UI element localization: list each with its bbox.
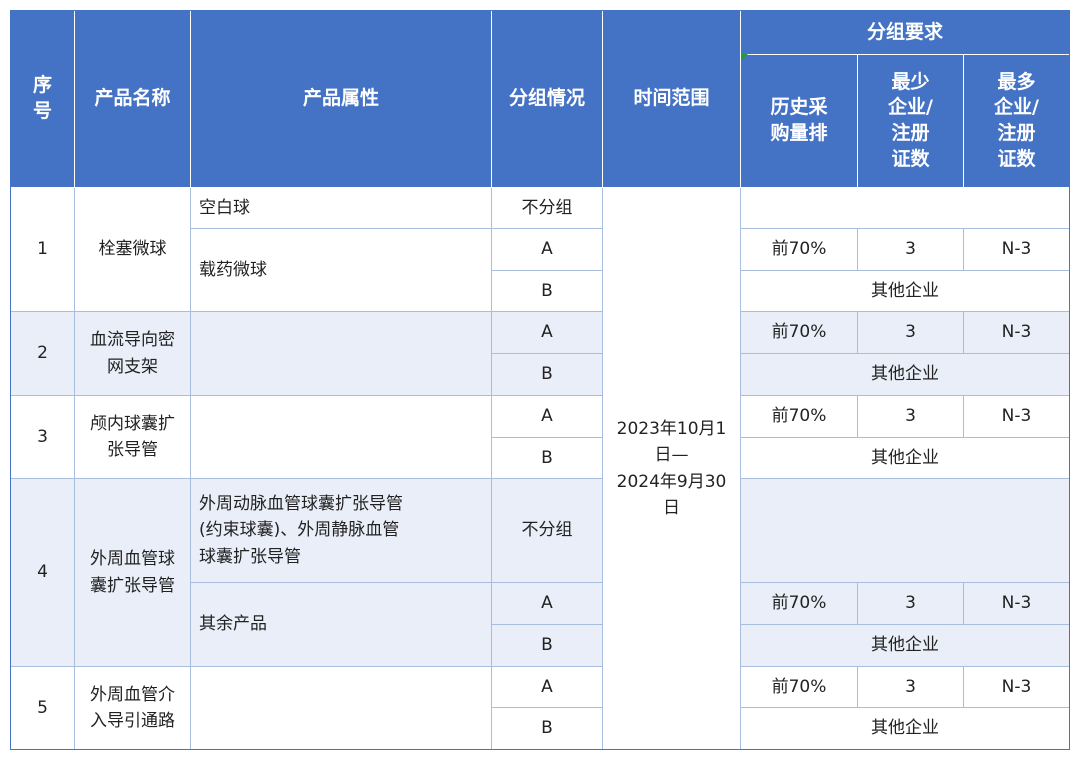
- row1-min: 3: [858, 229, 964, 271]
- row4-group-a: A: [492, 583, 603, 625]
- header-max-enterprises: 最多 企业/ 注册 证数: [964, 55, 1069, 188]
- row1-rank: 前70%: [741, 229, 858, 271]
- row3-group-a: A: [492, 396, 603, 438]
- row4-group-b: B: [492, 625, 603, 667]
- row5-group-a: A: [492, 667, 603, 708]
- row1-seq: 1: [11, 188, 75, 312]
- row4-seq: 4: [11, 479, 75, 667]
- comment-marker-icon: [741, 54, 748, 61]
- header-seq: 序 号: [11, 11, 75, 188]
- row4-min: 3: [858, 583, 964, 625]
- row5-max: N-3: [964, 667, 1069, 708]
- row2-rank: 前70%: [741, 312, 858, 354]
- row1-group-none: 不分组: [492, 188, 603, 229]
- row5-min: 3: [858, 667, 964, 708]
- header-min-enterprises: 最少 企业/ 注册 证数: [858, 55, 964, 188]
- row1-other: 其他企业: [741, 271, 1069, 312]
- row4-other: 其他企业: [741, 625, 1069, 667]
- row2-seq: 2: [11, 312, 75, 396]
- header-hist-rank: 历史采 购量排: [741, 55, 858, 188]
- row2-group-b: B: [492, 354, 603, 396]
- row5-group-b: B: [492, 708, 603, 749]
- row2-other: 其他企业: [741, 354, 1069, 396]
- row5-other: 其他企业: [871, 718, 939, 739]
- row1-req-empty: [741, 188, 1069, 229]
- grouping-table: 序 号 产品名称 产品属性 分组情况 时间范围 分组要求 历史采 购量排 最少 …: [10, 10, 1070, 750]
- row2-max: N-3: [964, 312, 1069, 354]
- row4-group-none: 不分组: [492, 479, 603, 583]
- row3-name: 颅内球囊扩 张导管: [75, 396, 191, 479]
- row5-rank: 前70%: [741, 667, 858, 708]
- row3-max: N-3: [964, 396, 1069, 438]
- header-product-name: 产品名称: [75, 11, 191, 188]
- row3-other: 其他企业: [741, 438, 1069, 479]
- header-grouping: 分组情况: [492, 11, 603, 188]
- row1-name: 栓塞微球: [75, 188, 191, 312]
- row3-min: 3: [858, 396, 964, 438]
- row3-seq: 3: [11, 396, 75, 479]
- header-group-requirements: 分组要求: [741, 11, 1069, 55]
- row1-group-a: A: [492, 229, 603, 271]
- header-time-range: 时间范围: [603, 11, 741, 188]
- row4-attr1: 外周动脉血管球囊扩张导管 (约束球囊)、外周静脉血管 球囊扩张导管: [191, 479, 492, 583]
- row1-group-b: B: [492, 271, 603, 312]
- row2-min: 3: [858, 312, 964, 354]
- row5-seq: 5: [11, 667, 75, 749]
- row4-rank: 前70%: [741, 583, 858, 625]
- row2-group-a: A: [492, 312, 603, 354]
- row3-group-b: B: [492, 438, 603, 479]
- row1-max: N-3: [964, 229, 1069, 271]
- row4-req-empty: [741, 479, 1069, 583]
- row5-attr: [191, 667, 492, 749]
- row5-name: 外周血管介 入导引通路: [75, 667, 191, 749]
- row4-attr2: 其余产品: [191, 583, 492, 667]
- row1-attr1: 空白球: [191, 188, 492, 229]
- time-range-cell: 2023年10月1 日— 2024年9月30 日: [603, 188, 741, 749]
- row3-rank: 前70%: [741, 396, 858, 438]
- row1-attr2: 载药微球: [191, 229, 492, 312]
- row2-name: 血流导向密 网支架: [75, 312, 191, 396]
- row4-name: 外周血管球 囊扩张导管: [75, 479, 191, 667]
- row2-attr: [191, 312, 492, 396]
- row3-attr: [191, 396, 492, 479]
- row4-max: N-3: [964, 583, 1069, 625]
- header-product-attr: 产品属性: [191, 11, 492, 188]
